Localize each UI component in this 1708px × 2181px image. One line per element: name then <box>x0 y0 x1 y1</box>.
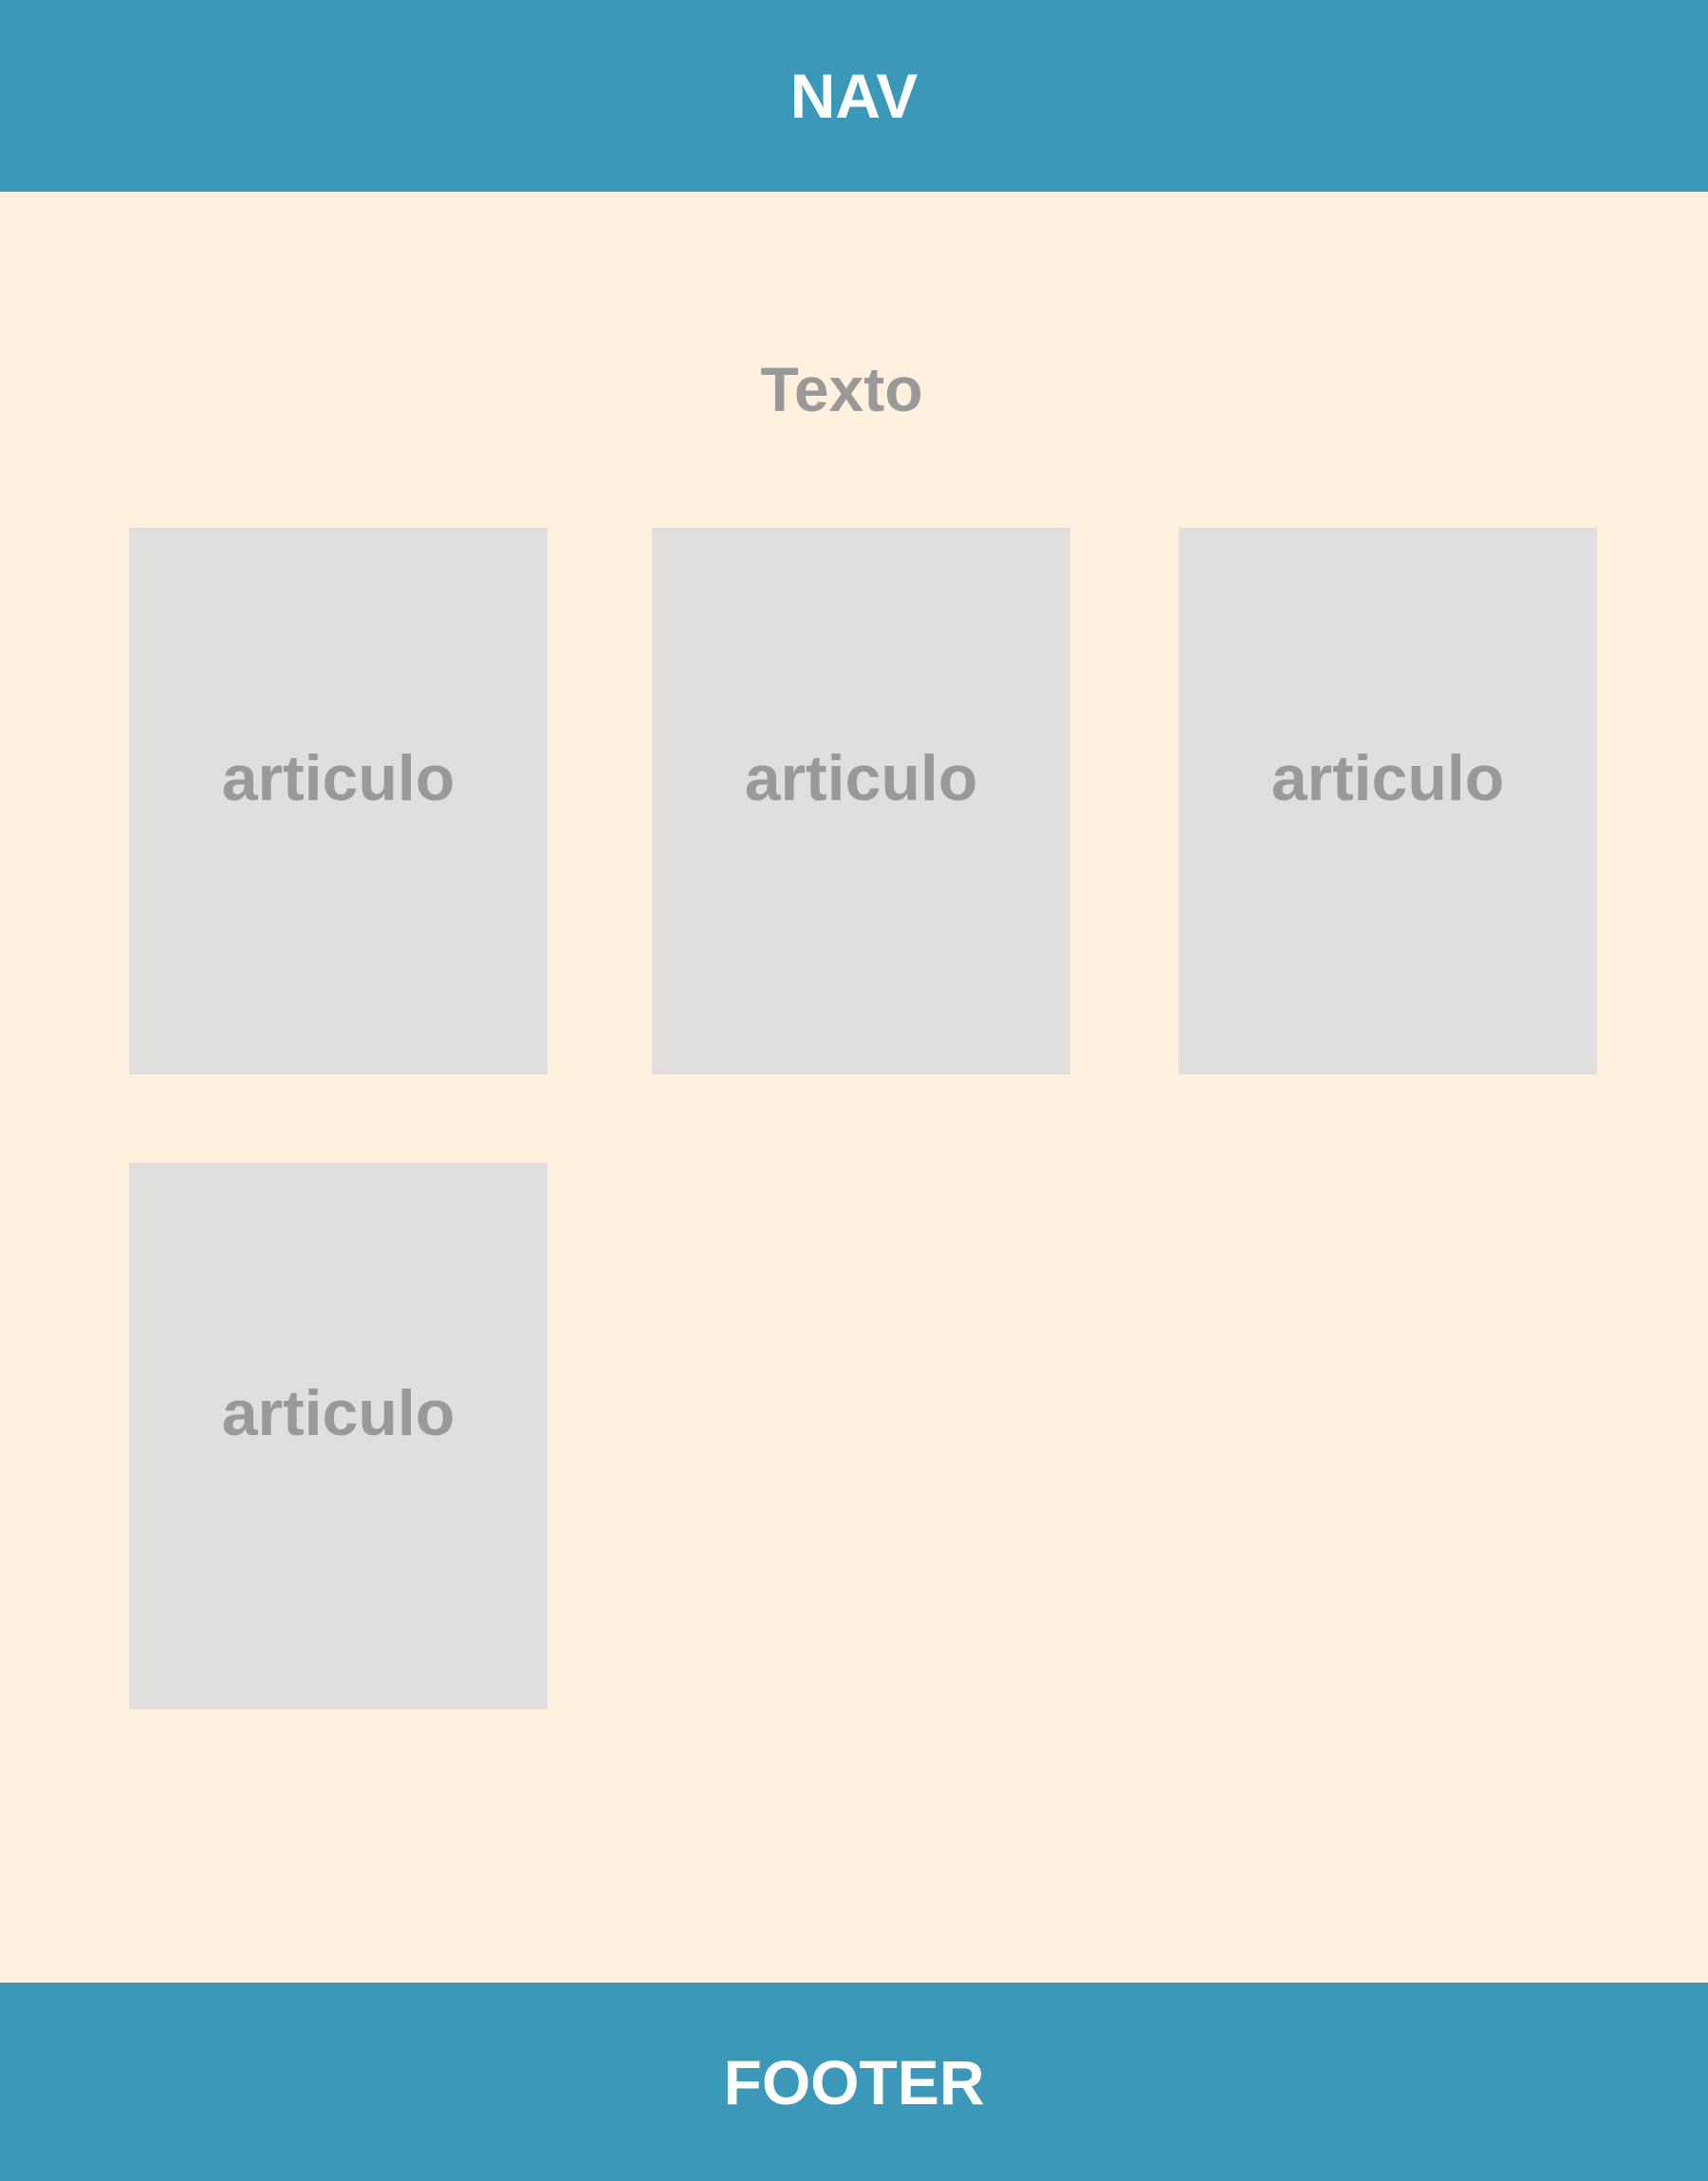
article-label: articulo <box>744 742 978 814</box>
article-card: articulo <box>1179 528 1597 1074</box>
nav-bar: NAV <box>0 0 1708 192</box>
page-title: Texto <box>760 354 923 424</box>
article-label: articulo <box>221 742 455 814</box>
footer-label: FOOTER <box>723 2046 985 2117</box>
footer-bar: FOOTER <box>0 1983 1708 2181</box>
article-card: articulo <box>129 1163 548 1709</box>
article-label: articulo <box>1271 742 1505 814</box>
nav-label: NAV <box>789 61 919 131</box>
article-card: articulo <box>129 528 548 1074</box>
article-card: articulo <box>652 528 1070 1074</box>
article-label: articulo <box>221 1377 455 1449</box>
